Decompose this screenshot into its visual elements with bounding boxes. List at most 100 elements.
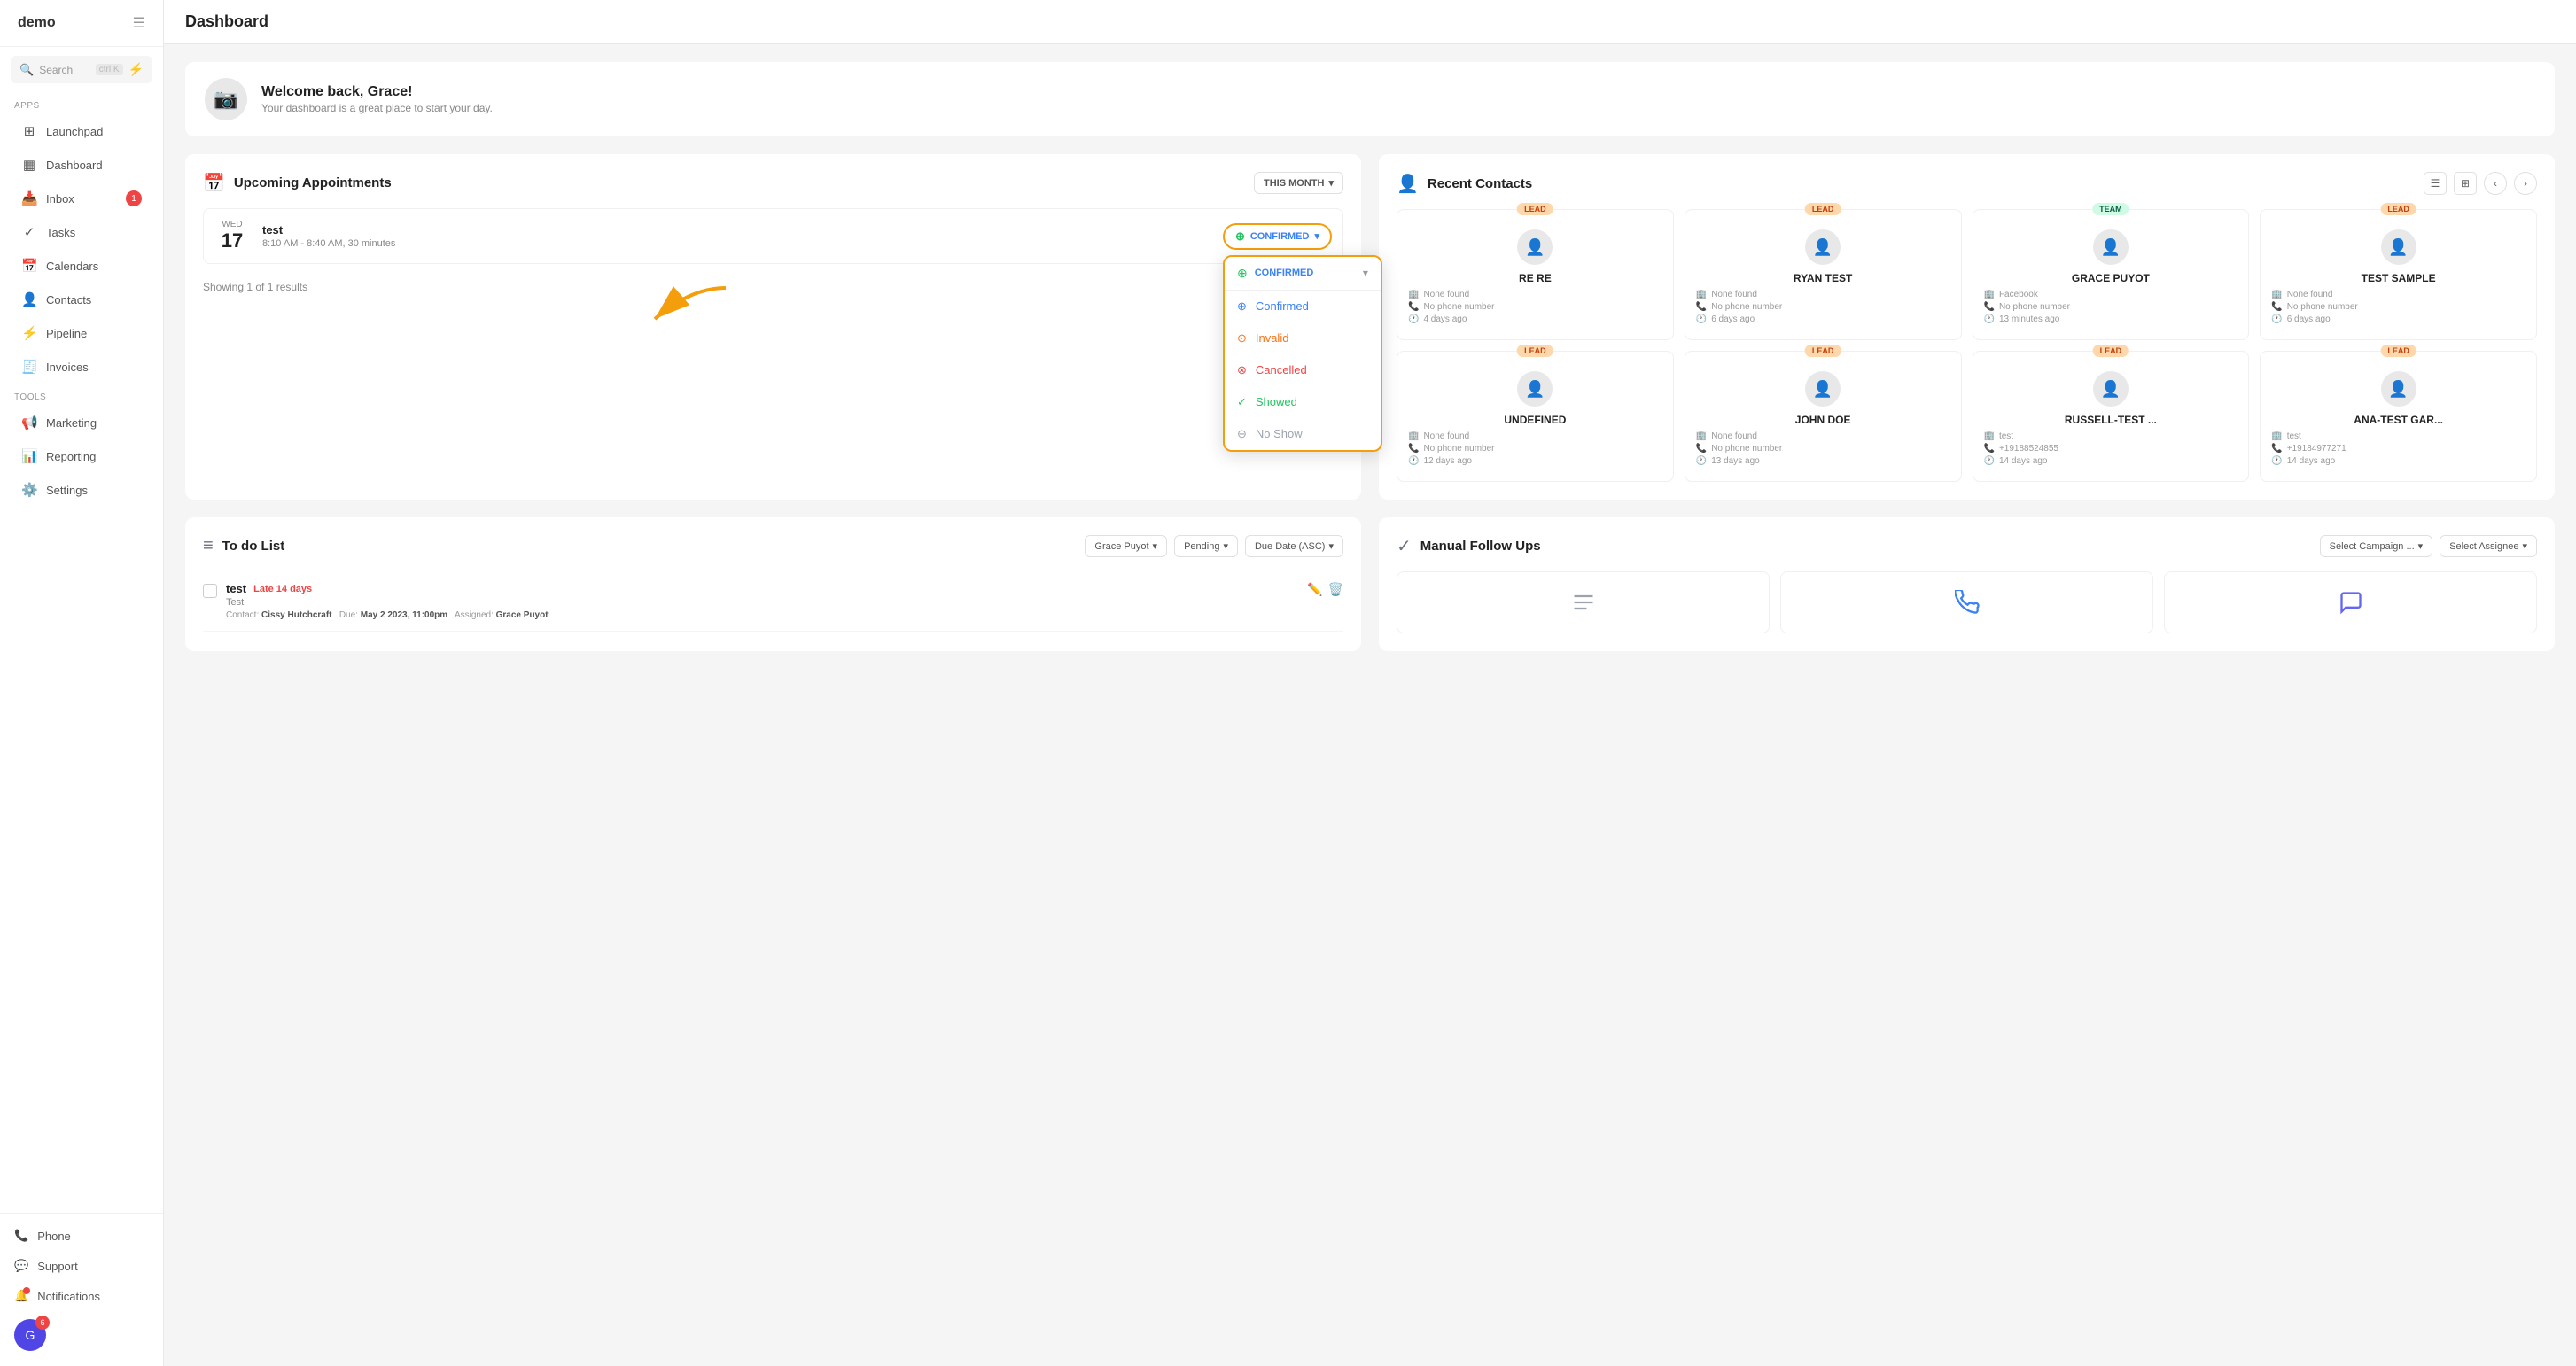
contacts-grid-row2: Lead 👤 UNDEFINED 🏢None found 📞No phone n… xyxy=(1397,351,2537,482)
sidebar-item-support[interactable]: 💬 Support xyxy=(0,1251,163,1281)
assignee-filter-btn[interactable]: Grace Puyot ▾ xyxy=(1085,535,1167,557)
sidebar-item-tasks[interactable]: ✓ Tasks xyxy=(7,216,156,248)
next-contacts-btn[interactable]: › xyxy=(2514,172,2537,195)
sidebar-item-reporting[interactable]: 📊 Reporting xyxy=(7,440,156,472)
contact-card-gracepuyot[interactable]: Team 👤 GRACE PUYOT 🏢Facebook 📞No phone n… xyxy=(1973,209,2250,340)
sidebar-item-inbox[interactable]: 📥 Inbox 1 xyxy=(7,182,156,214)
dropdown-item-invalid[interactable]: ⊙ Invalid xyxy=(1225,322,1381,354)
sidebar-item-settings[interactable]: ⚙️ Settings xyxy=(7,474,156,506)
contact-avatar: 👤 xyxy=(1805,229,1841,265)
contact-address-row: 🏢Facebook xyxy=(1984,290,2238,299)
contact-card-russelltest[interactable]: Lead 👤 RUSSELL-TEST ... 🏢test 📞+19188524… xyxy=(1973,351,2250,482)
status-dropdown: ⊕ CONFIRMED ▾ ⊕ CONFIRMED ▾ xyxy=(1223,223,1332,250)
follow-up-list-icon xyxy=(1397,571,1770,633)
sidebar-item-label: Settings xyxy=(46,484,88,497)
contact-address-row: 🏢None found xyxy=(1696,290,1950,299)
list-view-btn[interactable]: ☰ xyxy=(2424,172,2447,195)
due-filter-btn[interactable]: Due Date (ASC) ▾ xyxy=(1245,535,1343,557)
tasks-icon: ✓ xyxy=(21,224,37,240)
todo-desc: Test xyxy=(226,597,1298,608)
contact-badge: Lead xyxy=(1517,345,1553,357)
contact-address-row: 🏢test xyxy=(2271,431,2525,441)
search-label: Search xyxy=(39,64,90,76)
sidebar-item-label: Pipeline xyxy=(46,327,87,340)
search-shortcut: ctrl K xyxy=(96,64,123,75)
follow-ups-title: Manual Follow Ups xyxy=(1420,539,1541,554)
menu-toggle-icon[interactable]: ☰ xyxy=(133,14,145,32)
sidebar-item-label: Inbox xyxy=(46,192,74,206)
todo-title-row: test Late 14 days xyxy=(226,582,1298,595)
campaign-filter-btn[interactable]: Select Campaign ... ▾ xyxy=(2320,535,2433,557)
contact-address-row: 🏢test xyxy=(1984,431,2238,441)
todo-controls: Grace Puyot ▾ Pending ▾ Due Date (ASC) ▾ xyxy=(1085,535,1343,557)
sidebar-item-dashboard[interactable]: ▦ Dashboard xyxy=(7,149,156,181)
todo-checkbox[interactable] xyxy=(203,584,217,598)
contact-card-testsample[interactable]: Lead 👤 TEST SAMPLE 🏢None found 📞No phone… xyxy=(2260,209,2537,340)
todo-content: test Late 14 days Test Contact: Cissy Hu… xyxy=(226,582,1298,620)
status-btn-label: CONFIRMED xyxy=(1250,231,1310,242)
assignee-filter-label: Grace Puyot xyxy=(1094,541,1148,552)
assignee-filter-btn[interactable]: Select Assignee ▾ xyxy=(2440,535,2537,557)
sidebar-item-notifications[interactable]: 🔔 Notifications xyxy=(0,1281,163,1311)
status-filter-btn[interactable]: Pending ▾ xyxy=(1174,535,1238,557)
contact-address-row: 🏢None found xyxy=(2271,290,2525,299)
follow-ups-icon: ✓ xyxy=(1397,535,1412,557)
sidebar-item-pipeline[interactable]: ⚡ Pipeline xyxy=(7,317,156,349)
search-bar[interactable]: 🔍 Search ctrl K ⚡ xyxy=(11,56,152,83)
contact-card-undefined[interactable]: Lead 👤 UNDEFINED 🏢None found 📞No phone n… xyxy=(1397,351,1674,482)
appt-day-num: 17 xyxy=(214,229,250,252)
marketing-icon: 📢 xyxy=(21,415,37,431)
appointment-item: WED 17 test 8:10 AM - 8:40 AM, 30 minute… xyxy=(203,208,1343,264)
grid-view-btn[interactable]: ⊞ xyxy=(2454,172,2477,195)
sidebar-item-label: Reporting xyxy=(46,450,96,463)
dropdown-item-cancelled[interactable]: ⊗ Cancelled xyxy=(1225,354,1381,386)
todo-edit-btn[interactable]: ✏️ xyxy=(1307,582,1322,597)
dropdown-close-icon: ▾ xyxy=(1363,267,1368,279)
confirmed-icon: ⊕ xyxy=(1237,299,1247,314)
sidebar-item-phone[interactable]: 📞 Phone xyxy=(0,1221,163,1251)
contact-badge: Lead xyxy=(1517,203,1553,215)
status-button[interactable]: ⊕ CONFIRMED ▾ xyxy=(1223,223,1332,250)
appt-name: test xyxy=(262,223,1210,237)
support-icon: 💬 xyxy=(14,1259,28,1273)
support-label: Support xyxy=(37,1260,78,1273)
follow-ups-card: ✓ Manual Follow Ups Select Campaign ... … xyxy=(1379,517,2555,651)
phone-label: Phone xyxy=(37,1230,71,1243)
month-selector[interactable]: THIS MONTH ▾ xyxy=(1254,172,1343,194)
sidebar-item-label: Tasks xyxy=(46,226,75,239)
sidebar-item-marketing[interactable]: 📢 Marketing xyxy=(7,407,156,439)
campaign-filter-label: Select Campaign ... xyxy=(2330,541,2415,552)
dropdown-item-noshow[interactable]: ⊖ No Show xyxy=(1225,418,1381,450)
contact-badge: Lead xyxy=(2380,345,2416,357)
contact-card-johndoe[interactable]: Lead 👤 JOHN DOE 🏢None found 📞No phone nu… xyxy=(1685,351,1962,482)
todo-due: May 2 2023, 11:00pm xyxy=(361,610,447,620)
todo-contact: Cissy Hutchcraft xyxy=(261,610,331,620)
contact-badge: Lead xyxy=(2093,345,2129,357)
contact-phone-row: 📞+19184977271 xyxy=(2271,444,2525,454)
sidebar-item-label: Contacts xyxy=(46,293,91,307)
sidebar-item-launchpad[interactable]: ⊞ Launchpad xyxy=(7,115,156,147)
sidebar: demo ☰ 🔍 Search ctrl K ⚡ Apps ⊞ Launchpa… xyxy=(0,0,164,1366)
chat-badge: 6 xyxy=(35,1316,50,1330)
appointments-header: 📅 Upcoming Appointments THIS MONTH ▾ xyxy=(203,172,1343,194)
contact-card-anatest[interactable]: Lead 👤 ANA-TEST GAR... 🏢test 📞+191849772… xyxy=(2260,351,2537,482)
contact-card-ryantest[interactable]: Lead 👤 RYAN TEST 🏢None found 📞No phone n… xyxy=(1685,209,1962,340)
todo-delete-btn[interactable]: 🗑️ xyxy=(1328,582,1343,597)
sidebar-item-calendars[interactable]: 📅 Calendars xyxy=(7,250,156,282)
dropdown-item-confirmed[interactable]: ⊕ Confirmed xyxy=(1225,291,1381,322)
todo-assigned: Grace Puyot xyxy=(496,610,549,620)
assignee-filter-label: Select Assignee xyxy=(2449,541,2518,552)
contact-phone-row: 📞+19188524855 xyxy=(1984,444,2238,454)
sidebar-item-invoices[interactable]: 🧾 Invoices xyxy=(7,351,156,383)
sidebar-item-contacts[interactable]: 👤 Contacts xyxy=(7,283,156,315)
prev-contacts-btn[interactable]: ‹ xyxy=(2484,172,2507,195)
contact-phone-row: 📞No phone number xyxy=(1408,302,1662,312)
sidebar-item-profile[interactable]: G 6 xyxy=(0,1311,163,1359)
contact-card-rere[interactable]: Lead 👤 RE RE 🏢None found 📞No phone numbe… xyxy=(1397,209,1674,340)
dropdown-header-text: CONFIRMED xyxy=(1255,268,1314,278)
todo-task-name: test xyxy=(226,582,246,595)
sidebar-item-label: Invoices xyxy=(46,361,89,374)
dropdown-item-showed[interactable]: ✓ Showed xyxy=(1225,386,1381,418)
invoices-icon: 🧾 xyxy=(21,359,37,375)
search-icon: 🔍 xyxy=(19,63,34,77)
